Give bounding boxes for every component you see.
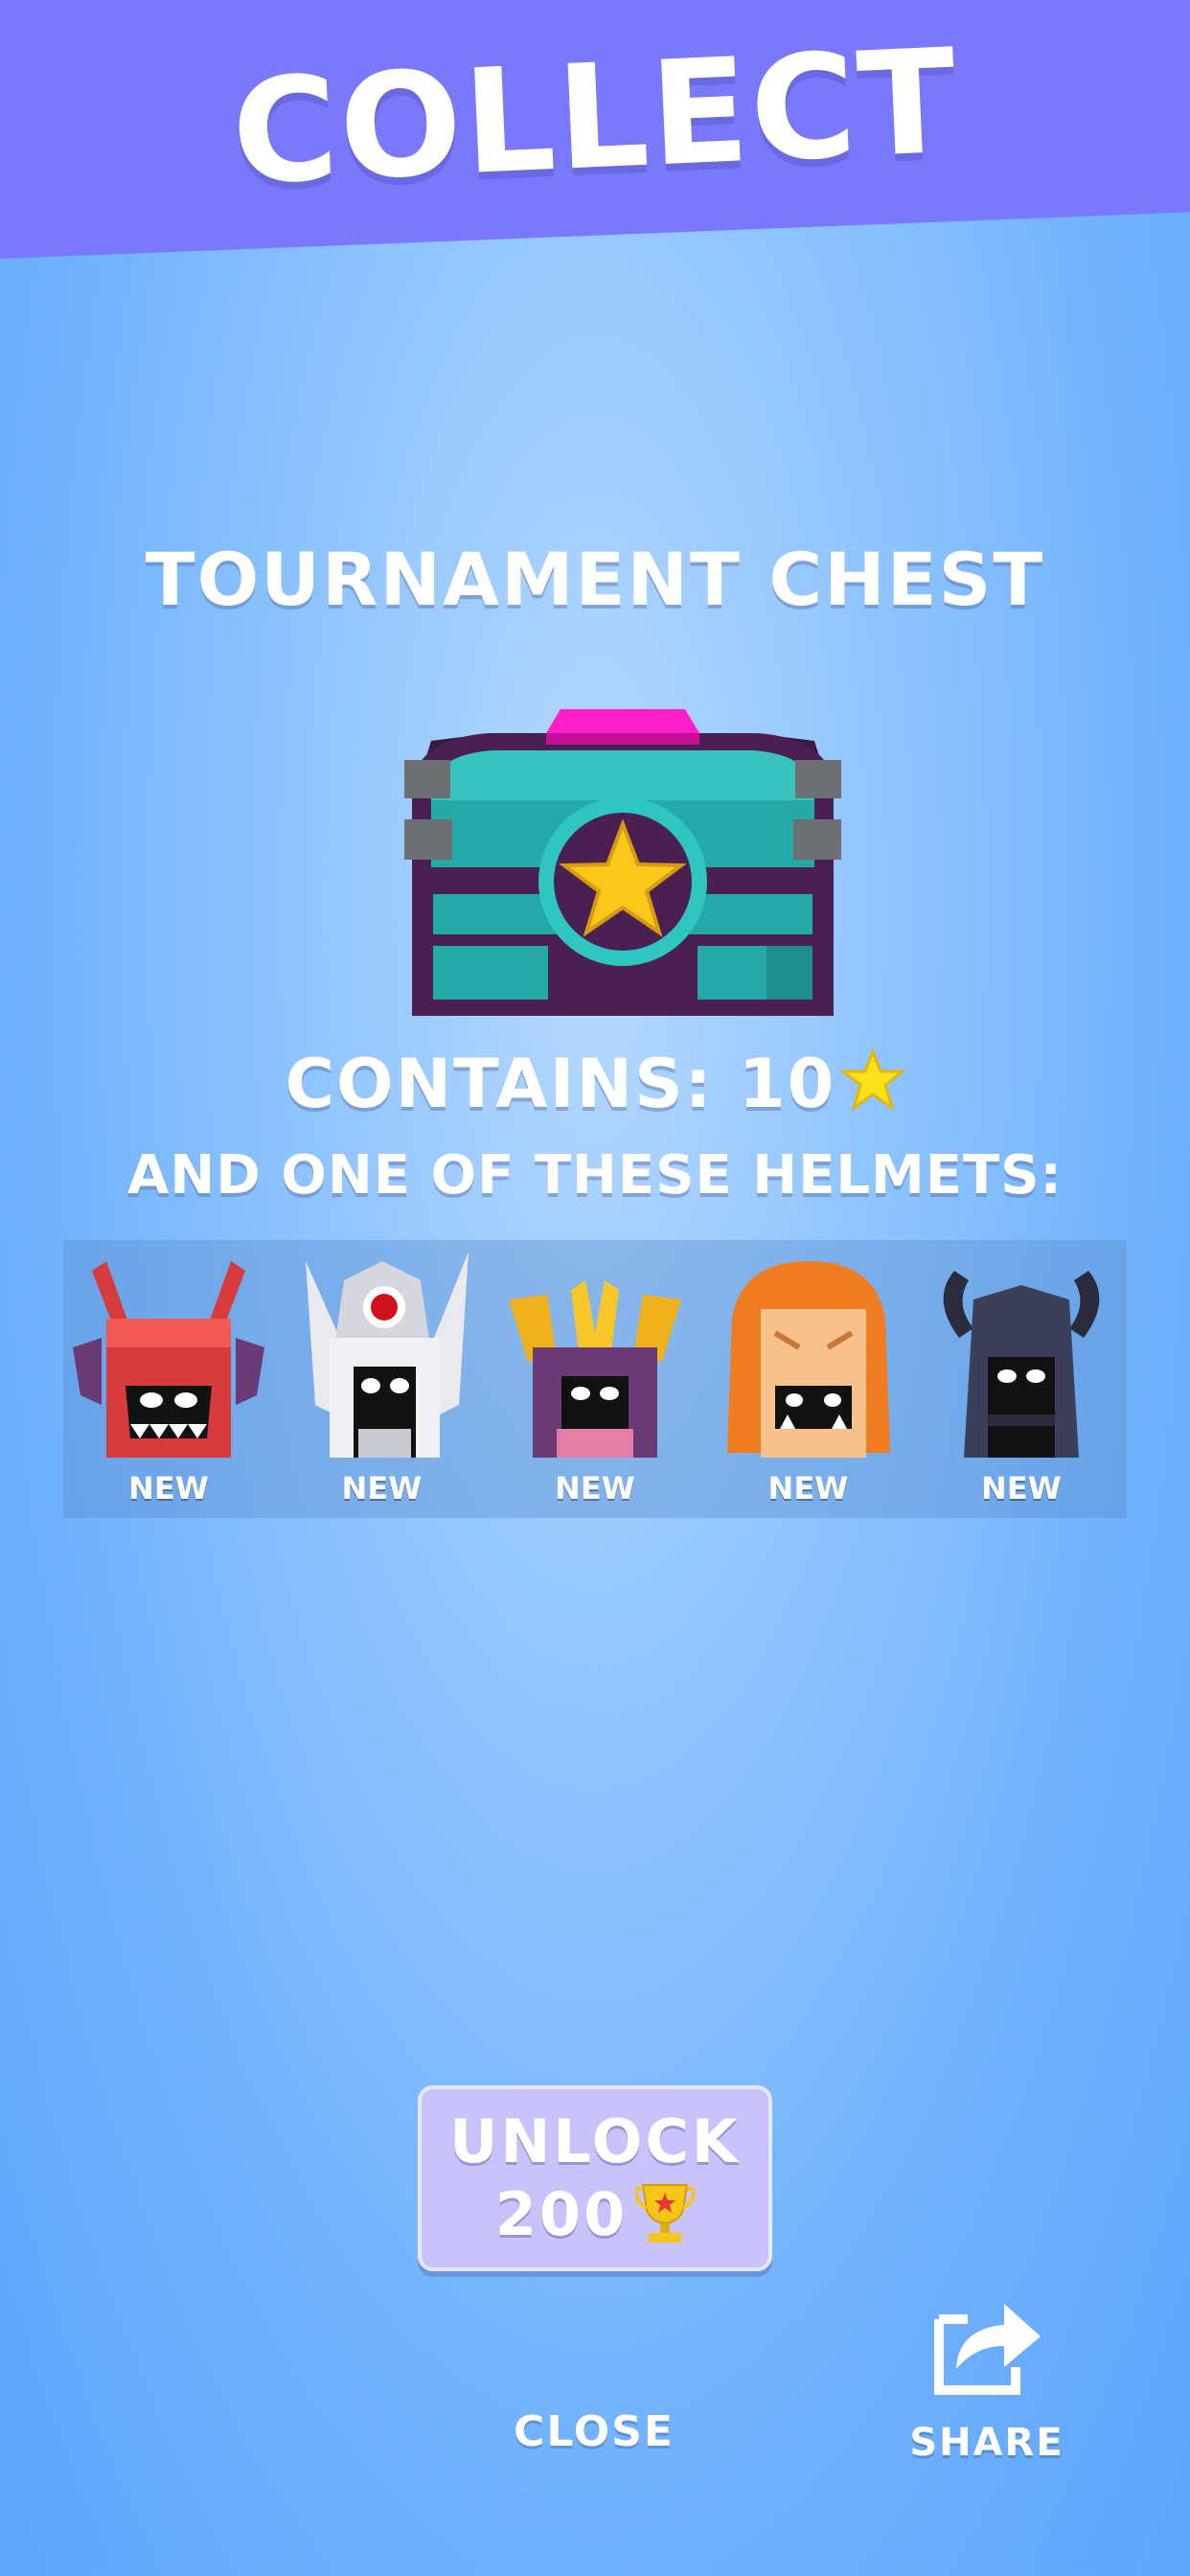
helmet-item: NEW [926,1240,1117,1508]
white-knight-helmet-icon [277,1242,488,1462]
helmets-line: AND ONE OF THESE HELMETS: [127,1144,1063,1207]
star-icon [839,1047,907,1128]
chest-title: TOURNAMENT CHEST [145,537,1045,622]
trophy-icon [632,2181,698,2248]
contains-label: CONTAINS: 10 [285,1045,836,1123]
new-badge: NEW [341,1470,423,1506]
close-button[interactable]: CLOSE [479,2407,709,2474]
new-badge: NEW [981,1470,1062,1506]
dark-horned-helmet-icon [916,1242,1127,1462]
new-badge: NEW [555,1470,635,1506]
helmet-item: NEW [499,1240,691,1508]
share-button[interactable]: SHARE [901,2290,1073,2482]
helmet-list: NEW NEW NEW NEW NEW [63,1240,1127,1518]
share-label: SHARE [909,2421,1064,2465]
gold-crown-helmet-icon [490,1242,700,1462]
lion-helmet-icon [703,1242,914,1462]
price-value: 200 [494,2179,629,2249]
helmet-item: NEW [286,1240,478,1508]
contains-line: CONTAINS: 10 [0,1045,1190,1128]
unlock-price: 200 [494,2178,698,2251]
helmet-item: NEW [713,1240,904,1508]
new-badge: NEW [767,1470,849,1506]
helmet-item: NEW [73,1240,264,1508]
unlock-button[interactable]: UNLOCK 200 [418,2085,772,2271]
new-badge: NEW [128,1470,209,1506]
share-icon [929,2290,1044,2400]
unlock-label: UNLOCK [449,2106,741,2176]
chest-image [402,704,843,1021]
red-demon-helmet-icon [63,1242,274,1462]
